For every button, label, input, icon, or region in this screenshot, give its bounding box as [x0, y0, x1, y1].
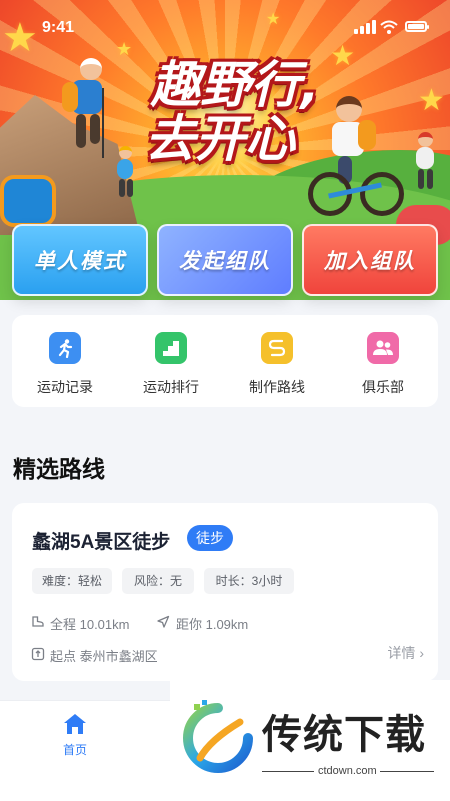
battery-icon: [405, 21, 429, 32]
section-title: 精选路线: [13, 456, 105, 482]
status-time: 9:41: [42, 19, 75, 36]
watermark-logo-icon: [183, 700, 253, 773]
watermark-text: 传统下载: [262, 712, 426, 758]
chevron-right-icon: ›: [419, 645, 424, 661]
signal-icon: [354, 20, 376, 34]
backpack-illustration: [0, 175, 56, 227]
quick-item-label: 运动排行: [143, 379, 199, 395]
route-name: 蠡湖5A景区徒步: [32, 532, 171, 553]
banner-title: 趣野行, 去开心: [0, 58, 450, 166]
quick-actions: 运动记录 运动排行 制作路线 俱乐部: [12, 315, 438, 407]
route-detail-label: 详情: [387, 645, 416, 661]
quick-item-exercise-ranking[interactable]: 运动排行: [118, 315, 224, 407]
navigation-arrow-icon: [157, 615, 170, 628]
route-tag: 徒步: [187, 525, 233, 551]
quick-item-label: 制作路线: [249, 379, 305, 395]
create-team-button[interactable]: 发起组队: [157, 224, 293, 296]
solo-mode-button[interactable]: 单人模式: [12, 224, 148, 296]
tab-home[interactable]: 首页: [45, 709, 105, 759]
duration-chip: 时长：3小时: [204, 568, 294, 594]
banner-title-line1: 趣野行,: [150, 56, 320, 114]
running-icon: [49, 332, 81, 364]
route-proximity: 距你 1.09km: [176, 617, 249, 632]
difficulty-chip: 难度：轻松: [32, 568, 112, 594]
join-team-button[interactable]: 加入组队: [302, 224, 438, 296]
status-bar: 9:41: [0, 0, 450, 54]
route-start: 起点 泰州市蠡湖区: [50, 649, 158, 664]
quick-item-create-route[interactable]: 制作路线: [224, 315, 330, 407]
quick-item-club[interactable]: 俱乐部: [330, 315, 436, 407]
risk-chip: 风险：无: [122, 568, 194, 594]
home-icon: [64, 714, 86, 734]
watermark: 传统下载 ctdown.com: [170, 680, 450, 800]
club-people-icon: [367, 332, 399, 364]
watermark-divider: [262, 771, 314, 772]
ranking-stairs-icon: [155, 332, 187, 364]
quick-item-exercise-record[interactable]: 运动记录: [12, 315, 118, 407]
route-distance: 全程 10.01km: [50, 617, 130, 632]
watermark-divider: [380, 771, 434, 772]
watermark-sub: ctdown.com: [318, 765, 377, 777]
route-card[interactable]: 蠡湖5A景区徒步 徒步 难度：轻松 风险：无 时长：3小时 全程 10.01km…: [12, 503, 438, 681]
route-icon: [261, 332, 293, 364]
wifi-icon: [380, 20, 398, 34]
banner-title-line2: 去开心: [145, 110, 295, 168]
route-detail-link[interactable]: 详情 ›: [387, 643, 424, 663]
quick-item-label: 俱乐部: [362, 379, 404, 395]
tab-home-label: 首页: [62, 743, 87, 757]
mode-buttons: 单人模式 发起组队 加入组队: [0, 224, 450, 298]
shoe-icon: [32, 616, 44, 627]
start-flag-icon: [31, 647, 45, 661]
quick-item-label: 运动记录: [37, 379, 93, 395]
